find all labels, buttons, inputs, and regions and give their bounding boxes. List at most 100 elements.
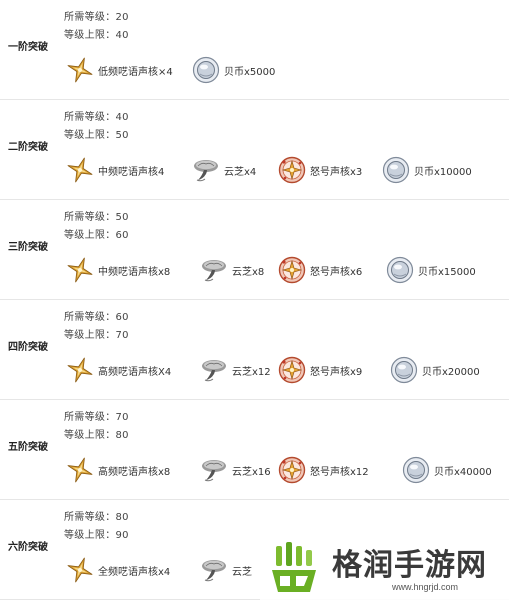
lingzhi-mushroom-icon (200, 356, 228, 384)
star-shard-icon (66, 556, 94, 584)
material-label: 云芝 (232, 566, 252, 578)
material-label: 中频呓语声核4 (98, 166, 165, 178)
tier-name: 二阶突破 (8, 142, 48, 153)
required-level-line: 所需等级：80 (64, 508, 129, 523)
shell-coin-icon (386, 256, 414, 284)
required-level-value: 40 (115, 112, 129, 123)
watermark: 格润手游网 www.hngrjd.com (260, 536, 509, 600)
level-cap-line: 等级上限：60 (64, 226, 129, 241)
tier-name: 六阶突破 (8, 542, 48, 553)
separator: ： (105, 30, 116, 41)
material-item: 中频呓语声核4 (66, 154, 164, 186)
shell-coin-icon (192, 56, 220, 84)
required-level-label: 所需等级 (64, 212, 106, 223)
material-item: 怒号声核x12 (278, 454, 369, 486)
required-level-label: 所需等级 (64, 12, 106, 23)
rage-core-icon (278, 456, 306, 484)
material-item: 云芝 (200, 554, 252, 586)
material-item: 贝币x10000 (382, 154, 472, 186)
level-cap-label: 等级上限 (64, 130, 106, 141)
required-level-label: 所需等级 (64, 512, 106, 523)
required-level-value: 80 (115, 512, 129, 523)
material-label: 低频呓语声核×4 (98, 66, 173, 78)
separator: ： (105, 512, 116, 523)
required-level-line: 所需等级：70 (64, 408, 129, 423)
required-level-label: 所需等级 (64, 112, 106, 123)
star-shard-icon (66, 456, 94, 484)
level-cap-line: 等级上限：40 (64, 26, 129, 41)
rage-core-icon (278, 356, 306, 384)
required-level-value: 70 (115, 412, 129, 423)
level-cap-label: 等级上限 (64, 330, 106, 341)
breakthrough-tier: 三阶突破 所需等级：50 等级上限：60 中频呓语声核x8 云芝x8 怒号声核x6 贝币x1… (0, 200, 509, 300)
material-item: 怒号声核x9 (278, 354, 362, 386)
material-label: 全频呓语声核x4 (98, 566, 171, 578)
separator: ： (105, 430, 116, 441)
material-label: 高频呓语声核x8 (98, 466, 171, 478)
tier-name: 四阶突破 (8, 342, 48, 353)
material-item: 贝币x40000 (402, 454, 492, 486)
tier-name: 五阶突破 (8, 442, 48, 453)
required-level-line: 所需等级：20 (64, 8, 129, 23)
separator: ： (105, 130, 116, 141)
material-item: 云芝x16 (200, 454, 271, 486)
material-label: 云芝x16 (232, 466, 271, 478)
material-item: 高频呓语声核x8 (66, 454, 170, 486)
level-cap-line: 等级上限：50 (64, 126, 129, 141)
separator: ： (105, 12, 116, 23)
shell-coin-icon (390, 356, 418, 384)
material-label: 中频呓语声核x8 (98, 266, 171, 278)
tier-name: 三阶突破 (8, 242, 48, 253)
material-item: 贝币x15000 (386, 254, 476, 286)
material-label: 贝币x20000 (422, 366, 480, 378)
material-item: 贝币x20000 (390, 354, 480, 386)
star-shard-icon (66, 256, 94, 284)
level-cap-value: 50 (115, 130, 129, 141)
level-cap-value: 40 (115, 30, 129, 41)
level-cap-value: 80 (115, 430, 129, 441)
lingzhi-mushroom-icon (200, 256, 228, 284)
level-cap-label: 等级上限 (64, 30, 106, 41)
separator: ： (105, 112, 116, 123)
separator: ： (105, 530, 116, 541)
level-cap-value: 90 (115, 530, 129, 541)
separator: ： (105, 312, 116, 323)
lingzhi-mushroom-icon (192, 156, 220, 184)
separator: ： (105, 230, 116, 241)
lingzhi-mushroom-icon (200, 456, 228, 484)
required-level-label: 所需等级 (64, 412, 106, 423)
material-label: 贝币x5000 (224, 66, 276, 78)
watermark-title: 格润手游网 (332, 548, 487, 583)
material-label: 怒号声核x6 (310, 266, 363, 278)
shell-coin-icon (402, 456, 430, 484)
separator: ： (105, 330, 116, 341)
material-label: 云芝x12 (232, 366, 271, 378)
star-shard-icon (66, 356, 94, 384)
level-cap-value: 70 (115, 330, 129, 341)
required-level-value: 20 (115, 12, 129, 23)
material-label: 怒号声核x12 (310, 466, 369, 478)
shell-coin-icon (382, 156, 410, 184)
level-cap-label: 等级上限 (64, 230, 106, 241)
star-shard-icon (66, 156, 94, 184)
level-cap-line: 等级上限：80 (64, 426, 129, 441)
logo-icon (272, 542, 316, 592)
breakthrough-tier: 四阶突破 所需等级：60 等级上限：70 高频呓语声核X4 云芝x12 怒号声核x9 贝币x… (0, 300, 509, 400)
breakthrough-tier: 一阶突破 所需等级：20 等级上限：40 低频呓语声核×4 贝币x5000 (0, 0, 509, 100)
material-label: 贝币x10000 (414, 166, 472, 178)
star-shard-icon (66, 56, 94, 84)
breakthrough-tier: 二阶突破 所需等级：40 等级上限：50 中频呓语声核4 云芝x4 怒号声核x3 贝币x10… (0, 100, 509, 200)
required-level-line: 所需等级：60 (64, 308, 129, 323)
tier-name: 一阶突破 (8, 42, 48, 53)
required-level-line: 所需等级：50 (64, 208, 129, 223)
material-item: 云芝x4 (192, 154, 256, 186)
material-item: 怒号声核x6 (278, 254, 362, 286)
material-item: 低频呓语声核×4 (66, 54, 173, 86)
watermark-url: www.hngrjd.com (392, 582, 459, 592)
material-item: 云芝x12 (200, 354, 271, 386)
level-cap-line: 等级上限：90 (64, 526, 129, 541)
required-level-value: 50 (115, 212, 129, 223)
breakthrough-tier: 五阶突破 所需等级：70 等级上限：80 高频呓语声核x8 云芝x16 怒号声核x12 贝币… (0, 400, 509, 500)
level-cap-label: 等级上限 (64, 430, 106, 441)
level-cap-value: 60 (115, 230, 129, 241)
